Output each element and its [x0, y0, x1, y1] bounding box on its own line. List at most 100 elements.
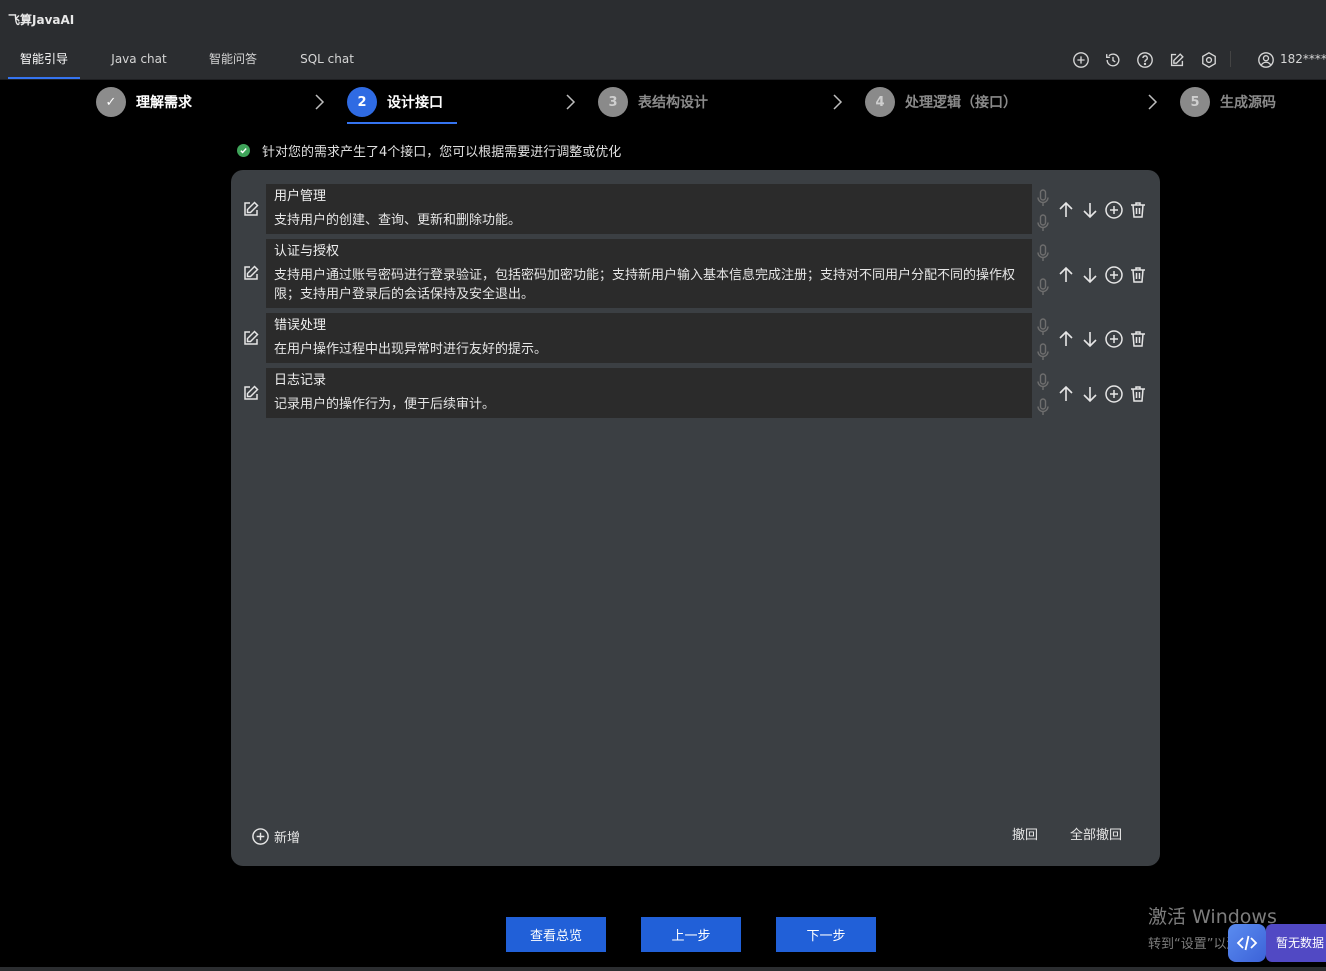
chevron-right-icon: [312, 92, 326, 112]
row-actions: [1056, 265, 1148, 285]
code-assistant-button[interactable]: [1228, 924, 1266, 962]
view-overview-button[interactable]: 查看总览: [506, 917, 606, 952]
row-actions: [1056, 329, 1148, 349]
microphone-icon[interactable]: [1034, 213, 1052, 233]
tab-smart-guide[interactable]: 智能引导: [8, 38, 80, 80]
active-step-indicator: [347, 122, 457, 124]
row-actions: [1056, 384, 1148, 404]
step-processing-logic[interactable]: 4 处理逻辑（接口）: [865, 85, 1017, 119]
tab-sql-chat[interactable]: SQL chat: [290, 38, 364, 80]
step-design-interface[interactable]: 2 设计接口: [347, 85, 443, 119]
step-label: 设计接口: [387, 95, 443, 111]
move-up-icon[interactable]: [1056, 329, 1076, 349]
edit-icon[interactable]: [241, 383, 261, 403]
tab-smart-qa[interactable]: 智能问答: [198, 38, 268, 80]
microphone-icon[interactable]: [1034, 342, 1052, 362]
step-label: 生成源码: [1220, 95, 1276, 111]
add-circle-icon[interactable]: [1104, 265, 1124, 285]
interface-row: 错误处理 在用户操作过程中出现异常时进行友好的提示。: [231, 313, 1160, 363]
title-bar: 飞算JavaAI: [0, 0, 1326, 38]
tab-java-chat[interactable]: Java chat: [100, 38, 178, 80]
interface-name: 错误处理: [274, 318, 327, 333]
trash-icon[interactable]: [1128, 384, 1148, 404]
move-down-icon[interactable]: [1080, 265, 1100, 285]
next-step-button[interactable]: 下一步: [776, 917, 876, 952]
interface-name: 日志记录: [274, 373, 327, 388]
user-account[interactable]: 182****3: [1280, 38, 1326, 80]
microphone-icon[interactable]: [1034, 372, 1052, 392]
undo-all-button[interactable]: 全部撤回: [1070, 826, 1122, 846]
stepper: ✓ 理解需求 2 设计接口 3 表结构设计 4 处理逻辑（接口） 5 生成源码: [0, 80, 1326, 126]
interface-item[interactable]: 用户管理 支持用户的创建、查询、更新和删除功能。: [266, 184, 1032, 234]
chevron-right-icon: [1145, 92, 1159, 112]
step-label: 理解需求: [136, 95, 192, 111]
history-icon[interactable]: [1103, 50, 1123, 70]
add-interface-button[interactable]: 新增: [251, 826, 300, 846]
interface-description: 支持用户通过账号密码进行登录验证，包括密码加密功能；支持新用户输入基本信息完成注…: [274, 268, 1016, 302]
interface-list-panel: 用户管理 支持用户的创建、查询、更新和删除功能。 认证与授权 支持用户通过账号密…: [231, 170, 1160, 866]
add-circle-icon[interactable]: [1104, 200, 1124, 220]
step-understand-requirements[interactable]: ✓ 理解需求: [96, 85, 192, 119]
interface-item[interactable]: 错误处理 在用户操作过程中出现异常时进行友好的提示。: [266, 313, 1032, 363]
step-number: 5: [1180, 87, 1210, 117]
microphone-icon[interactable]: [1034, 317, 1052, 337]
user-avatar-icon[interactable]: [1256, 50, 1276, 70]
success-check-icon: [237, 143, 250, 157]
microphone-icon[interactable]: [1034, 243, 1052, 263]
step-number: 3: [598, 87, 628, 117]
interface-name: 认证与授权: [274, 244, 340, 259]
step-generate-source[interactable]: 5 生成源码: [1180, 85, 1276, 119]
move-up-icon[interactable]: [1056, 265, 1076, 285]
move-down-icon[interactable]: [1080, 384, 1100, 404]
step-check-icon: ✓: [96, 87, 126, 117]
toolbar-icons: 182****3: [1070, 38, 1326, 80]
previous-step-button[interactable]: 上一步: [641, 917, 741, 952]
add-circle-icon: [252, 827, 269, 845]
add-circle-icon[interactable]: [1104, 329, 1124, 349]
step-number: 2: [347, 87, 377, 117]
move-up-icon[interactable]: [1056, 200, 1076, 220]
step-label: 表结构设计: [638, 95, 708, 111]
toolbar-divider: [1230, 51, 1231, 67]
interface-item[interactable]: 日志记录 记录用户的操作行为，便于后续审计。: [266, 368, 1032, 418]
edit-icon[interactable]: [1167, 50, 1187, 70]
microphone-icon[interactable]: [1034, 188, 1052, 208]
trash-icon[interactable]: [1128, 265, 1148, 285]
step-number: 4: [865, 87, 895, 117]
status-bar: [0, 967, 1326, 971]
interface-name: 用户管理: [274, 189, 327, 204]
code-icon: [1236, 935, 1258, 951]
chevron-right-icon: [830, 92, 844, 112]
interface-row: 用户管理 支持用户的创建、查询、更新和删除功能。: [231, 184, 1160, 234]
interface-row: 认证与授权 支持用户通过账号密码进行登录验证，包括密码加密功能；支持新用户输入基…: [231, 239, 1160, 308]
edit-icon[interactable]: [241, 263, 261, 283]
step-label: 处理逻辑（接口）: [905, 95, 1017, 111]
microphone-icon[interactable]: [1034, 397, 1052, 417]
interface-description: 在用户操作过程中出现异常时进行友好的提示。: [274, 342, 548, 357]
edit-icon[interactable]: [241, 328, 261, 348]
interface-description: 记录用户的操作行为，便于后续审计。: [274, 397, 496, 412]
interface-description: 支持用户的创建、查询、更新和删除功能。: [274, 213, 522, 228]
microphone-icon[interactable]: [1034, 277, 1052, 297]
trash-icon[interactable]: [1128, 200, 1148, 220]
notice-text: 针对您的需求产生了4个接口，您可以根据需要进行调整或优化: [262, 144, 622, 160]
app-title: 飞算JavaAI: [8, 13, 75, 27]
chevron-right-icon: [563, 92, 577, 112]
undo-button[interactable]: 撤回: [1012, 826, 1038, 846]
add-circle-icon[interactable]: [1071, 50, 1091, 70]
row-actions: [1056, 200, 1148, 220]
edit-icon[interactable]: [241, 199, 261, 219]
interface-item[interactable]: 认证与授权 支持用户通过账号密码进行登录验证，包括密码加密功能；支持新用户输入基…: [266, 239, 1032, 308]
result-notice: 针对您的需求产生了4个接口，您可以根据需要进行调整或优化: [237, 140, 621, 160]
trash-icon[interactable]: [1128, 329, 1148, 349]
floating-status-tag[interactable]: 暂无数据: [1266, 924, 1326, 962]
move-down-icon[interactable]: [1080, 329, 1100, 349]
move-down-icon[interactable]: [1080, 200, 1100, 220]
help-icon[interactable]: [1135, 50, 1155, 70]
settings-icon[interactable]: [1199, 50, 1219, 70]
interface-row: 日志记录 记录用户的操作行为，便于后续审计。: [231, 368, 1160, 418]
move-up-icon[interactable]: [1056, 384, 1076, 404]
step-table-design[interactable]: 3 表结构设计: [598, 85, 708, 119]
add-circle-icon[interactable]: [1104, 384, 1124, 404]
add-label: 新增: [274, 830, 301, 846]
